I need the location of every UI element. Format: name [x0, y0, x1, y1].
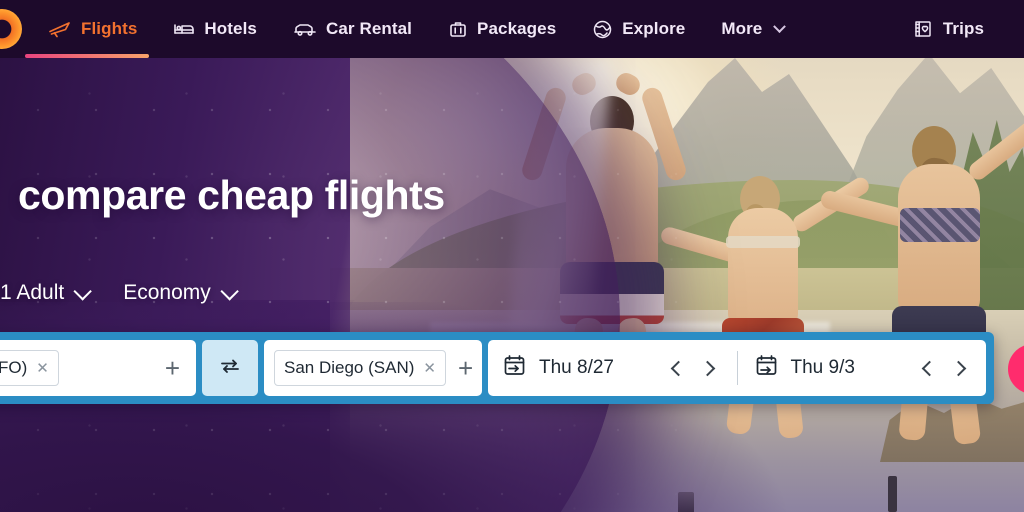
nav-label-hotels: Hotels	[204, 19, 257, 38]
chevron-down-icon	[73, 281, 93, 301]
person-center-top	[726, 236, 800, 248]
origin-chip-label: FO)	[0, 358, 28, 377]
cabin-class-label: Economy	[123, 281, 211, 304]
bed-icon	[173, 20, 195, 38]
chevron-right-icon[interactable]	[699, 360, 715, 376]
swap-origin-destination-button[interactable]	[202, 340, 258, 396]
close-x-icon[interactable]: ✕	[423, 361, 436, 376]
nav-item-explore[interactable]: Explore	[574, 0, 703, 58]
plane-icon	[48, 20, 72, 38]
active-tab-underline	[25, 54, 149, 58]
page-title: compare cheap flights	[18, 172, 445, 218]
destination-chip-label: San Diego (SAN)	[284, 358, 415, 377]
nav-label-explore: Explore	[622, 19, 686, 38]
close-x-icon[interactable]: ✕	[36, 361, 49, 376]
nav-item-car-rental[interactable]: Car Rental	[275, 0, 430, 58]
depart-date-nav	[670, 360, 721, 376]
nav-label-car-rental: Car Rental	[325, 19, 413, 38]
nav-item-hotels[interactable]: Hotels	[155, 0, 275, 58]
flight-search-bar: FO) ✕ + San Diego (SAN) ✕ + Thu 8/27 Thu…	[0, 332, 994, 404]
nav-item-more[interactable]: More	[703, 0, 802, 58]
flight-search-page: Flights Hotels Car Rental Packages Explo…	[0, 0, 1024, 512]
cabin-class-selector[interactable]: Economy	[123, 281, 239, 305]
nav-item-packages[interactable]: Packages	[430, 0, 574, 58]
calendar-return-icon	[754, 353, 779, 383]
return-date-nav	[921, 360, 972, 376]
date-divider	[736, 351, 738, 385]
calendar-depart-icon	[502, 353, 527, 383]
depart-date-cell[interactable]: Thu 8/27	[502, 340, 721, 396]
sparkle-particles	[0, 0, 700, 512]
origin-field[interactable]: FO) ✕ +	[0, 340, 196, 396]
nav-items: Flights Hotels Car Rental Packages Explo…	[30, 0, 802, 58]
brand-logo-icon[interactable]	[0, 9, 22, 49]
globe-icon	[592, 19, 613, 40]
nav-label-flights: Flights	[81, 19, 138, 38]
chevron-left-icon[interactable]	[921, 360, 938, 376]
depart-date-value: Thu 8/27	[539, 357, 614, 378]
chevron-right-icon[interactable]	[950, 360, 967, 376]
trips-book-heart-icon	[912, 19, 934, 39]
add-destination-plus-icon[interactable]: +	[452, 355, 479, 381]
return-date-cell[interactable]: Thu 9/3	[754, 340, 973, 396]
return-date-value: Thu 9/3	[790, 357, 855, 378]
nav-label-trips: Trips	[942, 19, 984, 38]
trip-options-row: 1 Adult Economy	[0, 281, 239, 305]
top-navigation-bar: Flights Hotels Car Rental Packages Explo…	[0, 0, 1024, 58]
suitcase-icon	[448, 20, 468, 39]
add-origin-plus-icon[interactable]: +	[159, 355, 186, 381]
date-range-group: Thu 8/27 Thu 9/3	[488, 340, 986, 396]
origin-chip[interactable]: FO) ✕	[0, 350, 59, 386]
nav-item-flights[interactable]: Flights	[30, 0, 155, 58]
nav-item-trips[interactable]: Trips	[894, 0, 1002, 58]
destination-field[interactable]: San Diego (SAN) ✕ +	[264, 340, 482, 396]
travelers-selector[interactable]: 1 Adult	[0, 281, 93, 305]
car-icon	[293, 20, 317, 38]
person-right-top	[900, 208, 980, 242]
dock-post-right	[888, 476, 897, 512]
nav-label-packages: Packages	[477, 19, 557, 38]
nav-right-group: Trips	[894, 0, 1002, 58]
swap-arrows-icon	[219, 356, 241, 381]
chevron-left-icon[interactable]	[670, 360, 686, 376]
destination-chip[interactable]: San Diego (SAN) ✕	[274, 350, 446, 386]
nav-label-more: More	[721, 19, 763, 38]
chevron-down-icon	[773, 19, 787, 33]
travelers-label: 1 Adult	[0, 281, 65, 304]
